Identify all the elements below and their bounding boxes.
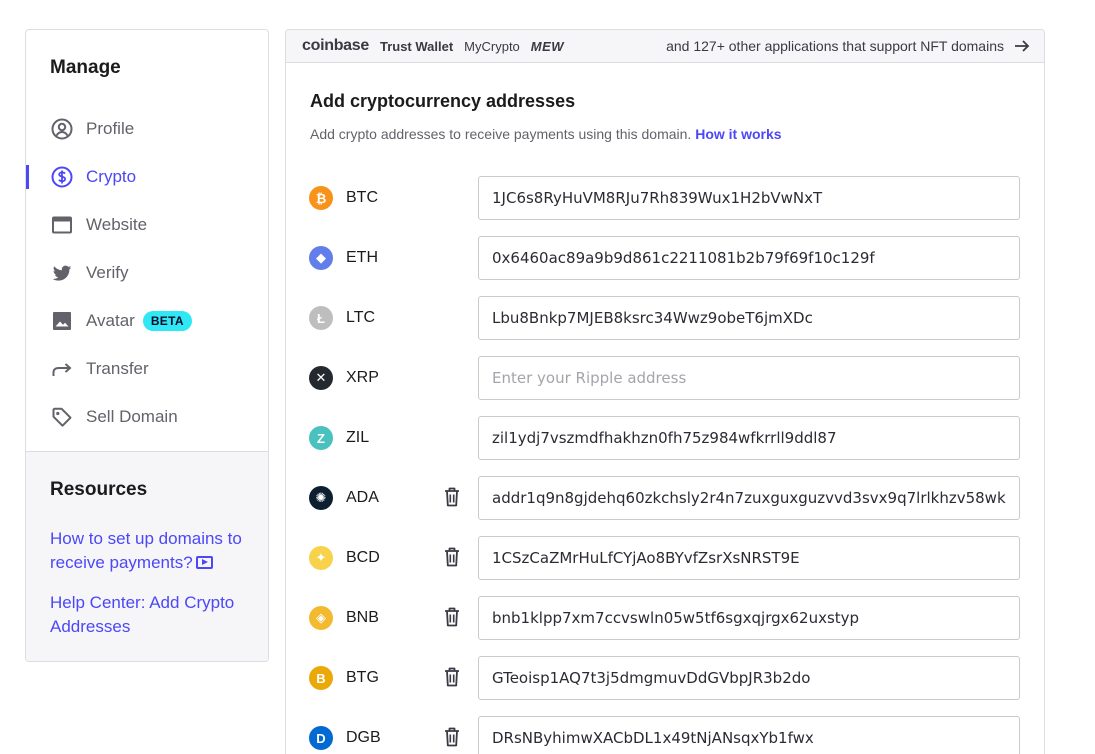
coin-ticker: LTC	[346, 309, 376, 326]
profile-icon	[51, 118, 73, 140]
supported-apps-link[interactable]: and 127+ other applications that support…	[666, 38, 1004, 54]
crypto-row-eth: ◆ ETH	[286, 236, 1044, 296]
xrp-address-input[interactable]	[478, 356, 1020, 400]
coin-ticker: ETH	[346, 249, 378, 266]
bnb-address-input[interactable]	[478, 596, 1020, 640]
tag-icon	[51, 406, 73, 428]
resource-link-text: Help Center: Add Crypto Addresses	[50, 593, 235, 636]
page-subtitle: Add crypto addresses to receive payments…	[310, 126, 782, 142]
zil-address-input[interactable]	[478, 416, 1020, 460]
sidebar-item-transfer[interactable]: Transfer	[26, 345, 268, 393]
crypto-row-btc: ₿ BTC	[286, 176, 1044, 236]
crypto-address-list: ₿ BTC ◆ ETH Ł LTC ✕ XRP Z ZIL ✺ ADA ✦ BCD ◈ BNB B BTG D DGB	[286, 176, 1044, 754]
coin-ticker: ADA	[346, 489, 379, 506]
dgb-address-input[interactable]	[478, 716, 1020, 754]
sidebar-item-website[interactable]: Website	[26, 201, 268, 249]
dgb-coin-icon: D	[309, 726, 333, 750]
coin-ticker: BTG	[346, 669, 379, 686]
crypto-addresses-card: coinbase Trust Wallet MyCrypto MEW and 1…	[285, 29, 1045, 754]
share-arrow-icon	[51, 358, 73, 380]
eth-address-input[interactable]	[478, 236, 1020, 280]
xrp-coin-icon: ✕	[309, 366, 333, 390]
trash-icon[interactable]	[444, 727, 460, 747]
btc-coin-icon: ₿	[309, 186, 333, 210]
btc-address-input[interactable]	[478, 176, 1020, 220]
sidebar-item-label: Crypto	[86, 167, 137, 186]
ada-coin-icon: ✺	[309, 486, 333, 510]
arrow-right-icon[interactable]	[1014, 37, 1030, 55]
coin-ticker: BCD	[346, 549, 380, 566]
video-play-icon	[195, 556, 213, 569]
coin-ticker: BTC	[346, 189, 378, 206]
coin-ticker: ZIL	[346, 429, 370, 446]
resources-panel: Resources How to set up domains to recei…	[26, 451, 268, 661]
how-it-works-link[interactable]: How it works	[695, 126, 781, 142]
crypto-row-zil: Z ZIL	[286, 416, 1044, 476]
crypto-row-bnb: ◈ BNB	[286, 596, 1044, 656]
dollar-circle-icon	[51, 166, 73, 188]
sidebar-item-crypto[interactable]: Crypto	[26, 153, 268, 201]
coinbase-logo: coinbase	[302, 37, 369, 54]
zil-coin-icon: Z	[309, 426, 333, 450]
beta-badge: BETA	[142, 311, 192, 331]
resources-heading: Resources	[50, 479, 148, 500]
coin-ticker: XRP	[346, 369, 379, 386]
trash-icon[interactable]	[444, 487, 460, 507]
sidebar: Manage Profile Crypto Website Verify Ava…	[25, 29, 269, 662]
trash-icon[interactable]	[444, 607, 460, 627]
resource-link-text: How to set up domains to receive payment…	[50, 529, 242, 572]
sidebar-item-label: Verify	[86, 263, 129, 282]
trash-icon[interactable]	[444, 547, 460, 567]
coin-ticker: DGB	[346, 729, 381, 746]
sidebar-item-label: Profile	[86, 119, 135, 138]
sidebar-item-label: Website	[86, 215, 148, 234]
ltc-address-input[interactable]	[478, 296, 1020, 340]
sidebar-item-profile[interactable]: Profile	[26, 105, 268, 153]
manage-heading: Manage	[50, 57, 121, 78]
crypto-row-ltc: Ł LTC	[286, 296, 1044, 356]
bcd-coin-icon: ✦	[309, 546, 333, 570]
supported-apps-banner: coinbase Trust Wallet MyCrypto MEW and 1…	[286, 30, 1044, 63]
mew-logo: MEW	[530, 38, 565, 54]
crypto-row-bcd: ✦ BCD	[286, 536, 1044, 596]
eth-coin-icon: ◆	[309, 246, 333, 270]
browser-window-icon	[51, 214, 73, 236]
sidebar-item-avatar[interactable]: Avatar BETA	[26, 297, 268, 345]
ada-address-input[interactable]	[478, 476, 1020, 520]
bnb-coin-icon: ◈	[309, 606, 333, 630]
resource-link-help-center[interactable]: Help Center: Add Crypto Addresses	[50, 591, 250, 639]
btg-address-input[interactable]	[478, 656, 1020, 700]
sidebar-item-label: Sell Domain	[86, 407, 178, 426]
crypto-row-ada: ✺ ADA	[286, 476, 1044, 536]
sidebar-item-sell-domain[interactable]: Sell Domain	[26, 393, 268, 441]
trash-icon[interactable]	[444, 667, 460, 687]
ltc-coin-icon: Ł	[309, 306, 333, 330]
image-icon	[51, 310, 73, 332]
crypto-row-xrp: ✕ XRP	[286, 356, 1044, 416]
subtitle-text: Add crypto addresses to receive payments…	[310, 126, 692, 142]
sidebar-nav: Profile Crypto Website Verify Avatar BET…	[26, 105, 268, 441]
page-title: Add cryptocurrency addresses	[310, 91, 576, 111]
crypto-row-btg: B BTG	[286, 656, 1044, 716]
resource-link-setup-payments[interactable]: How to set up domains to receive payment…	[50, 527, 250, 575]
sidebar-item-verify[interactable]: Verify	[26, 249, 268, 297]
btg-coin-icon: B	[309, 666, 333, 690]
mycrypto-logo: MyCrypto	[464, 38, 520, 54]
crypto-row-dgb: D DGB	[286, 716, 1044, 754]
sidebar-item-label: Transfer	[86, 359, 149, 378]
coin-ticker: BNB	[346, 609, 379, 626]
twitter-bird-icon	[51, 262, 73, 284]
bcd-address-input[interactable]	[478, 536, 1020, 580]
trust-wallet-logo: Trust Wallet	[379, 38, 454, 54]
sidebar-item-label: Avatar	[86, 311, 135, 330]
